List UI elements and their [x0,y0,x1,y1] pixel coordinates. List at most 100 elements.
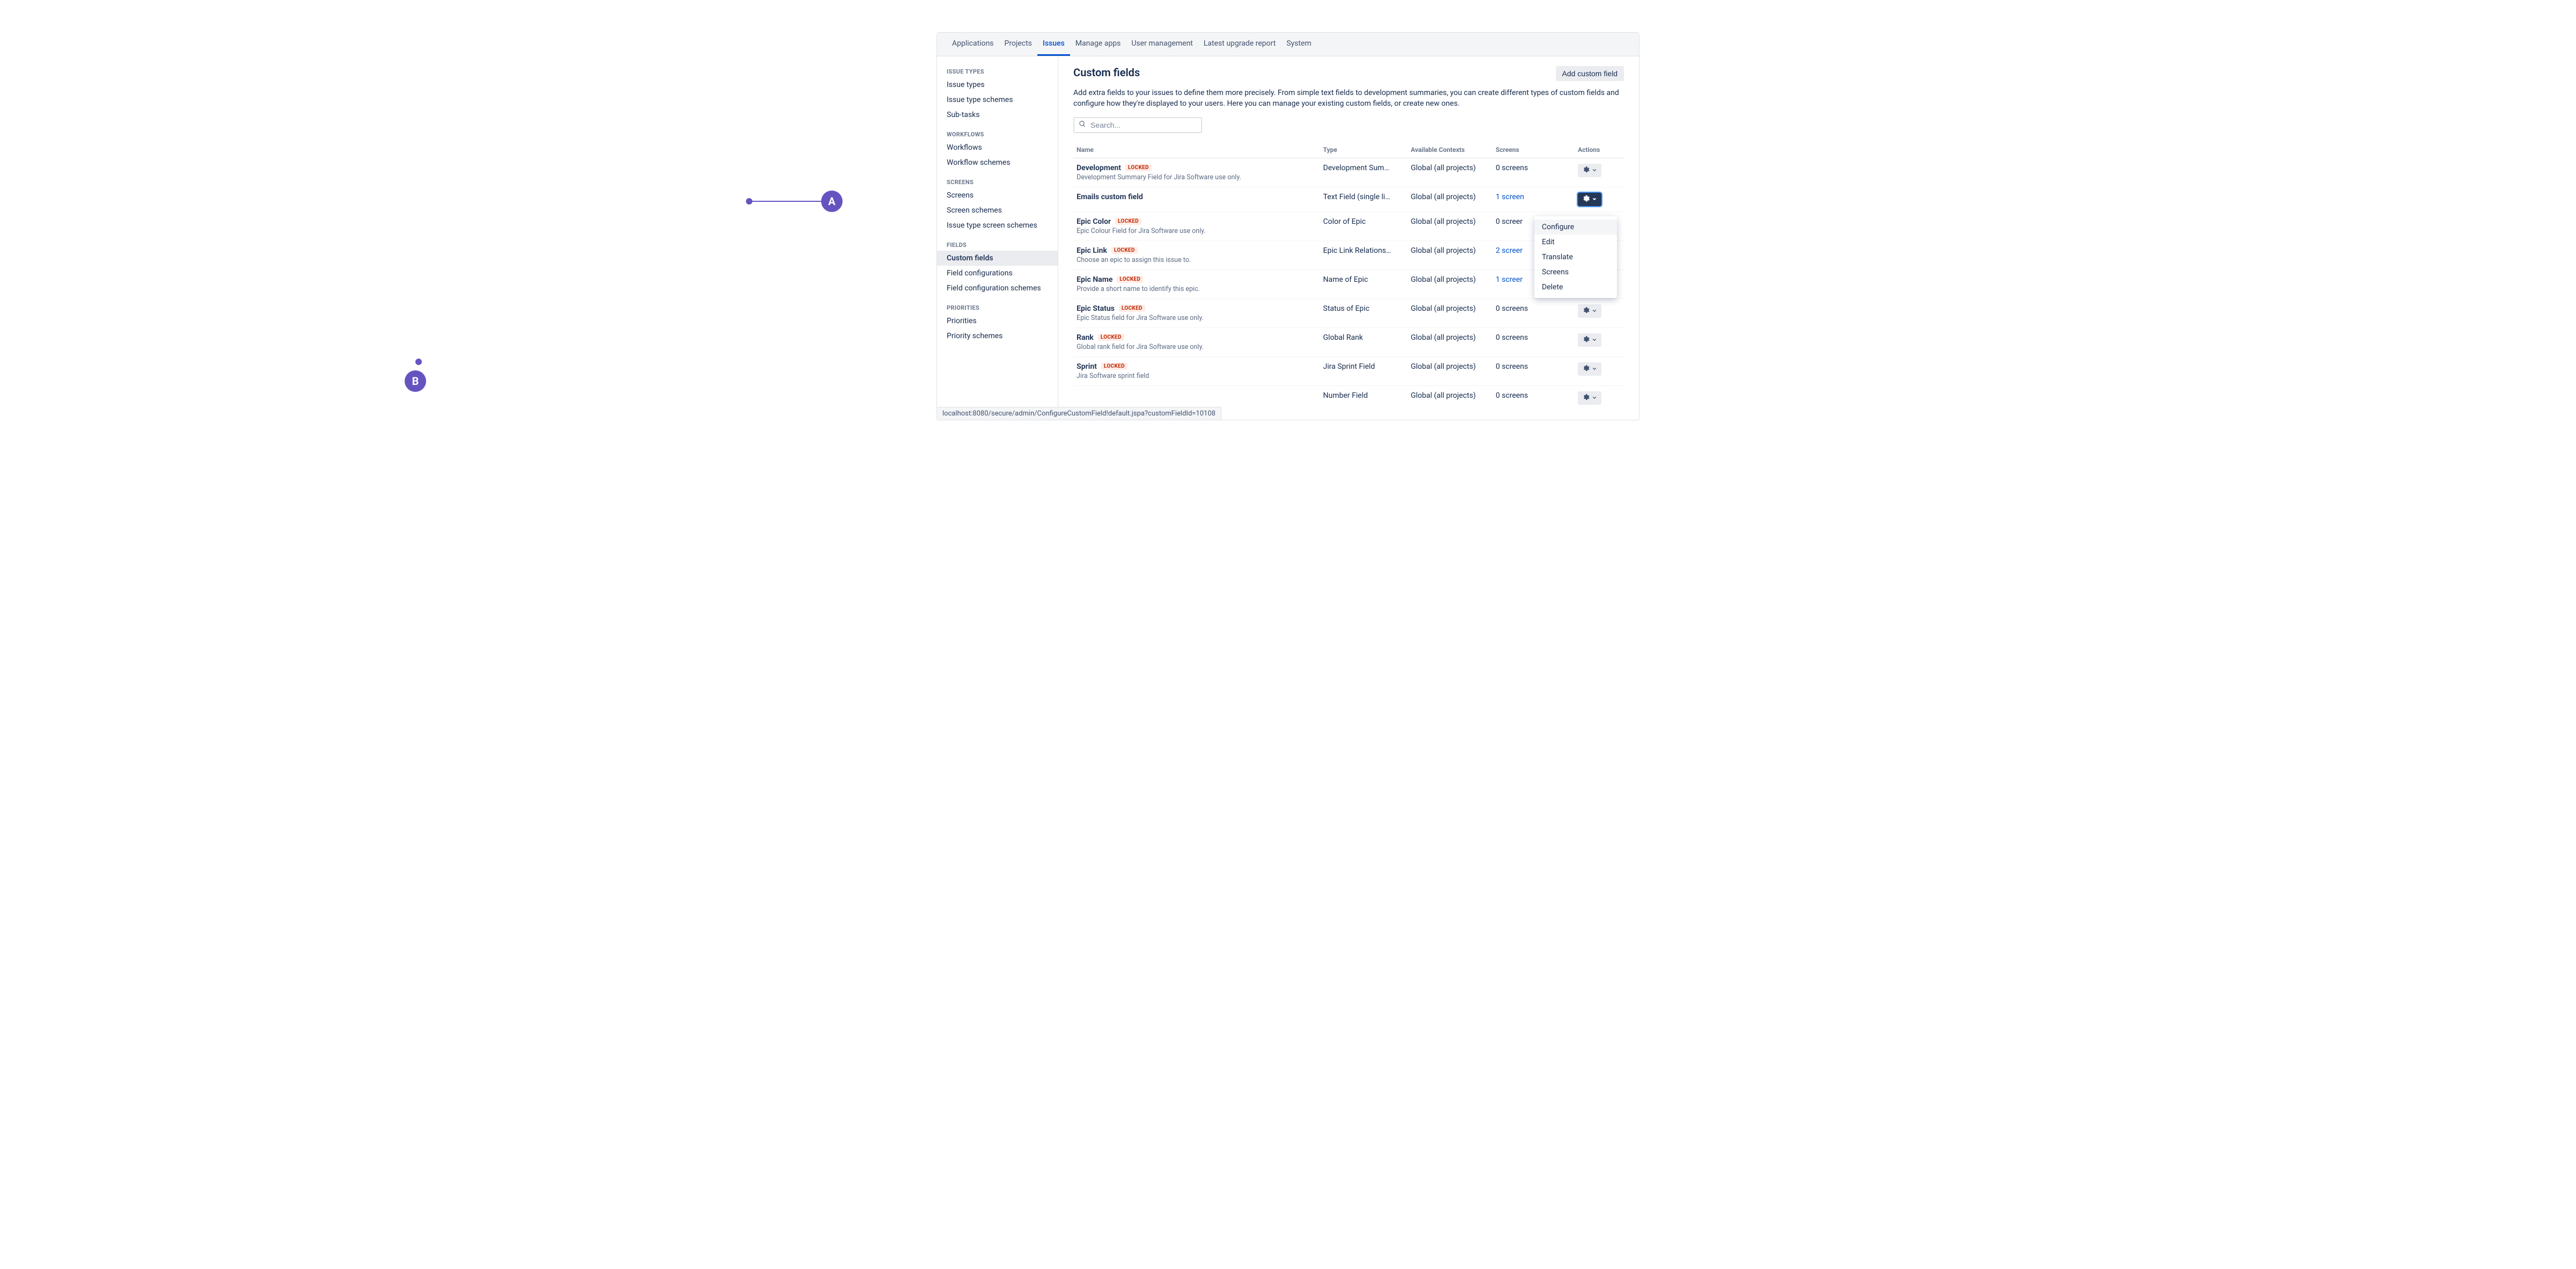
field-type: Status of Epic [1320,298,1407,327]
table-row: Number FieldGlobal (all projects)0 scree… [1073,385,1624,410]
row-actions-button[interactable] [1578,333,1601,347]
annotation-b-badge: B [405,370,426,392]
page-title: Custom fields [1073,66,1140,79]
field-context: Global (all projects) [1408,356,1492,385]
sidebar-item-custom-fields[interactable]: Custom fields [937,251,1058,266]
row-actions-button[interactable] [1578,193,1601,206]
row-actions-button[interactable] [1578,362,1601,376]
table-row: SprintLOCKEDJira Software sprint fieldJi… [1073,356,1624,385]
sidebar-item-field-configuration-schemes[interactable]: Field configuration schemes [937,281,1058,296]
field-description: Global rank field for Jira Software use … [1077,343,1316,351]
gear-icon [1582,195,1590,204]
tab-issues[interactable]: Issues [1037,33,1070,56]
field-description: Development Summary Field for Jira Softw… [1077,173,1316,181]
field-screens: 0 screens [1492,327,1575,356]
field-type: Text Field (single li… [1320,187,1407,212]
main-content: Custom fields Add custom field Add extra… [1058,56,1639,420]
field-context: Global (all projects) [1408,298,1492,327]
field-context: Global (all projects) [1408,385,1492,410]
field-description: Epic Colour Field for Jira Software use … [1077,227,1316,235]
sidebar-section-screens: SCREENS [937,176,1058,188]
field-screens: 0 screens [1492,356,1575,385]
tab-projects[interactable]: Projects [999,33,1037,56]
annotation-a-line [751,201,821,202]
search-input[interactable] [1091,121,1197,129]
annotation-b-dot [415,359,422,365]
sidebar-item-workflows[interactable]: Workflows [937,140,1058,155]
field-screens: 0 screens [1492,158,1575,187]
annotation-a-badge: A [821,191,843,212]
sidebar-item-screen-schemes[interactable]: Screen schemes [937,203,1058,218]
locked-badge: LOCKED [1101,363,1128,370]
sidebar-item-issue-types[interactable]: Issue types [937,77,1058,92]
sidebar-item-workflow-schemes[interactable]: Workflow schemes [937,155,1058,170]
dropdown-item-delete[interactable]: Delete [1534,280,1617,295]
tab-manage-apps[interactable]: Manage apps [1070,33,1126,56]
field-name: Development [1077,164,1121,172]
locked-badge: LOCKED [1125,164,1152,171]
table-row: Emails custom field Text Field (single li… [1073,187,1624,212]
field-type: Development Sum… [1320,158,1407,187]
sidebar-item-screens[interactable]: Screens [937,188,1058,203]
column-header-actions: Actions [1575,142,1624,158]
sidebar-item-issue-type-screen-schemes[interactable]: Issue type screen schemes [937,218,1058,233]
dropdown-item-configure[interactable]: Configure [1534,220,1617,235]
table-row: Rank LOCKED Global rank field for Jira Sof… [1073,327,1624,356]
field-context: Global (all projects) [1408,187,1492,212]
field-context: Global (all projects) [1408,327,1492,356]
tab-user-management[interactable]: User management [1126,33,1198,56]
field-screens: 0 screens [1492,298,1575,327]
locked-badge: LOCKED [1111,247,1138,254]
chevron-down-icon [1592,365,1597,373]
dropdown-item-edit[interactable]: Edit [1534,235,1617,250]
sidebar-item-issue-type-schemes[interactable]: Issue type schemes [937,92,1058,107]
chevron-down-icon [1592,336,1597,344]
field-context: Global (all projects) [1408,269,1492,298]
sidebar-item-sub-tasks[interactable]: Sub-tasks [937,107,1058,122]
table-row: Epic StatusLOCKEDEpic Status field for J… [1073,298,1624,327]
field-name: Epic Status [1077,304,1115,313]
field-screens[interactable]: 1 screen [1492,187,1575,212]
gear-icon [1582,166,1590,175]
field-name: Rank [1077,333,1094,342]
row-actions-dropdown: ConfigureEditTranslateScreensDelete [1534,216,1617,298]
page-description: Add extra fields to your issues to defin… [1073,87,1624,110]
search-field-wrap[interactable] [1073,117,1202,133]
column-header-available-contexts: Available Contexts [1408,142,1492,158]
field-type: Jira Sprint Field [1320,356,1407,385]
sidebar-item-priority-schemes[interactable]: Priority schemes [937,329,1058,344]
gear-icon [1582,393,1590,403]
column-header-type: Type [1320,142,1407,158]
add-custom-field-button[interactable]: Add custom field [1556,66,1624,81]
chevron-down-icon [1592,195,1597,203]
sidebar-section-fields: FIELDS [937,238,1058,251]
locked-badge: LOCKED [1115,218,1141,225]
tab-applications[interactable]: Applications [947,33,999,56]
chevron-down-icon [1592,394,1597,402]
table-row: Development LOCKED Development Summary Fie… [1073,158,1624,187]
field-type: Epic Link Relations… [1320,240,1407,269]
field-name: Epic Color [1077,217,1111,226]
row-actions-button[interactable] [1578,304,1601,318]
locked-badge: LOCKED [1119,305,1145,312]
field-screens: 0 screens [1492,385,1575,410]
sidebar-section-issue-types: ISSUE TYPES [937,65,1058,77]
dropdown-item-screens[interactable]: Screens [1534,265,1617,280]
field-name: Emails custom field [1077,193,1143,201]
tab-latest-upgrade-report[interactable]: Latest upgrade report [1198,33,1281,56]
locked-badge: LOCKED [1098,334,1124,341]
sidebar-item-field-configurations[interactable]: Field configurations [937,266,1058,281]
gear-icon [1582,307,1590,316]
field-name: Sprint [1077,362,1097,371]
dropdown-item-translate[interactable]: Translate [1534,250,1617,265]
tab-system[interactable]: System [1281,33,1316,56]
row-actions-button[interactable] [1578,164,1601,177]
sidebar: ISSUE TYPESIssue typesIssue type schemes… [937,56,1058,420]
chevron-down-icon [1592,307,1597,315]
field-context: Global (all projects) [1408,212,1492,240]
field-description: Choose an epic to assign this issue to. [1077,256,1316,264]
top-tabbar: ApplicationsProjectsIssuesManage appsUse… [937,33,1639,56]
field-context: Global (all projects) [1408,158,1492,187]
row-actions-button[interactable] [1578,391,1601,405]
sidebar-item-priorities[interactable]: Priorities [937,313,1058,329]
